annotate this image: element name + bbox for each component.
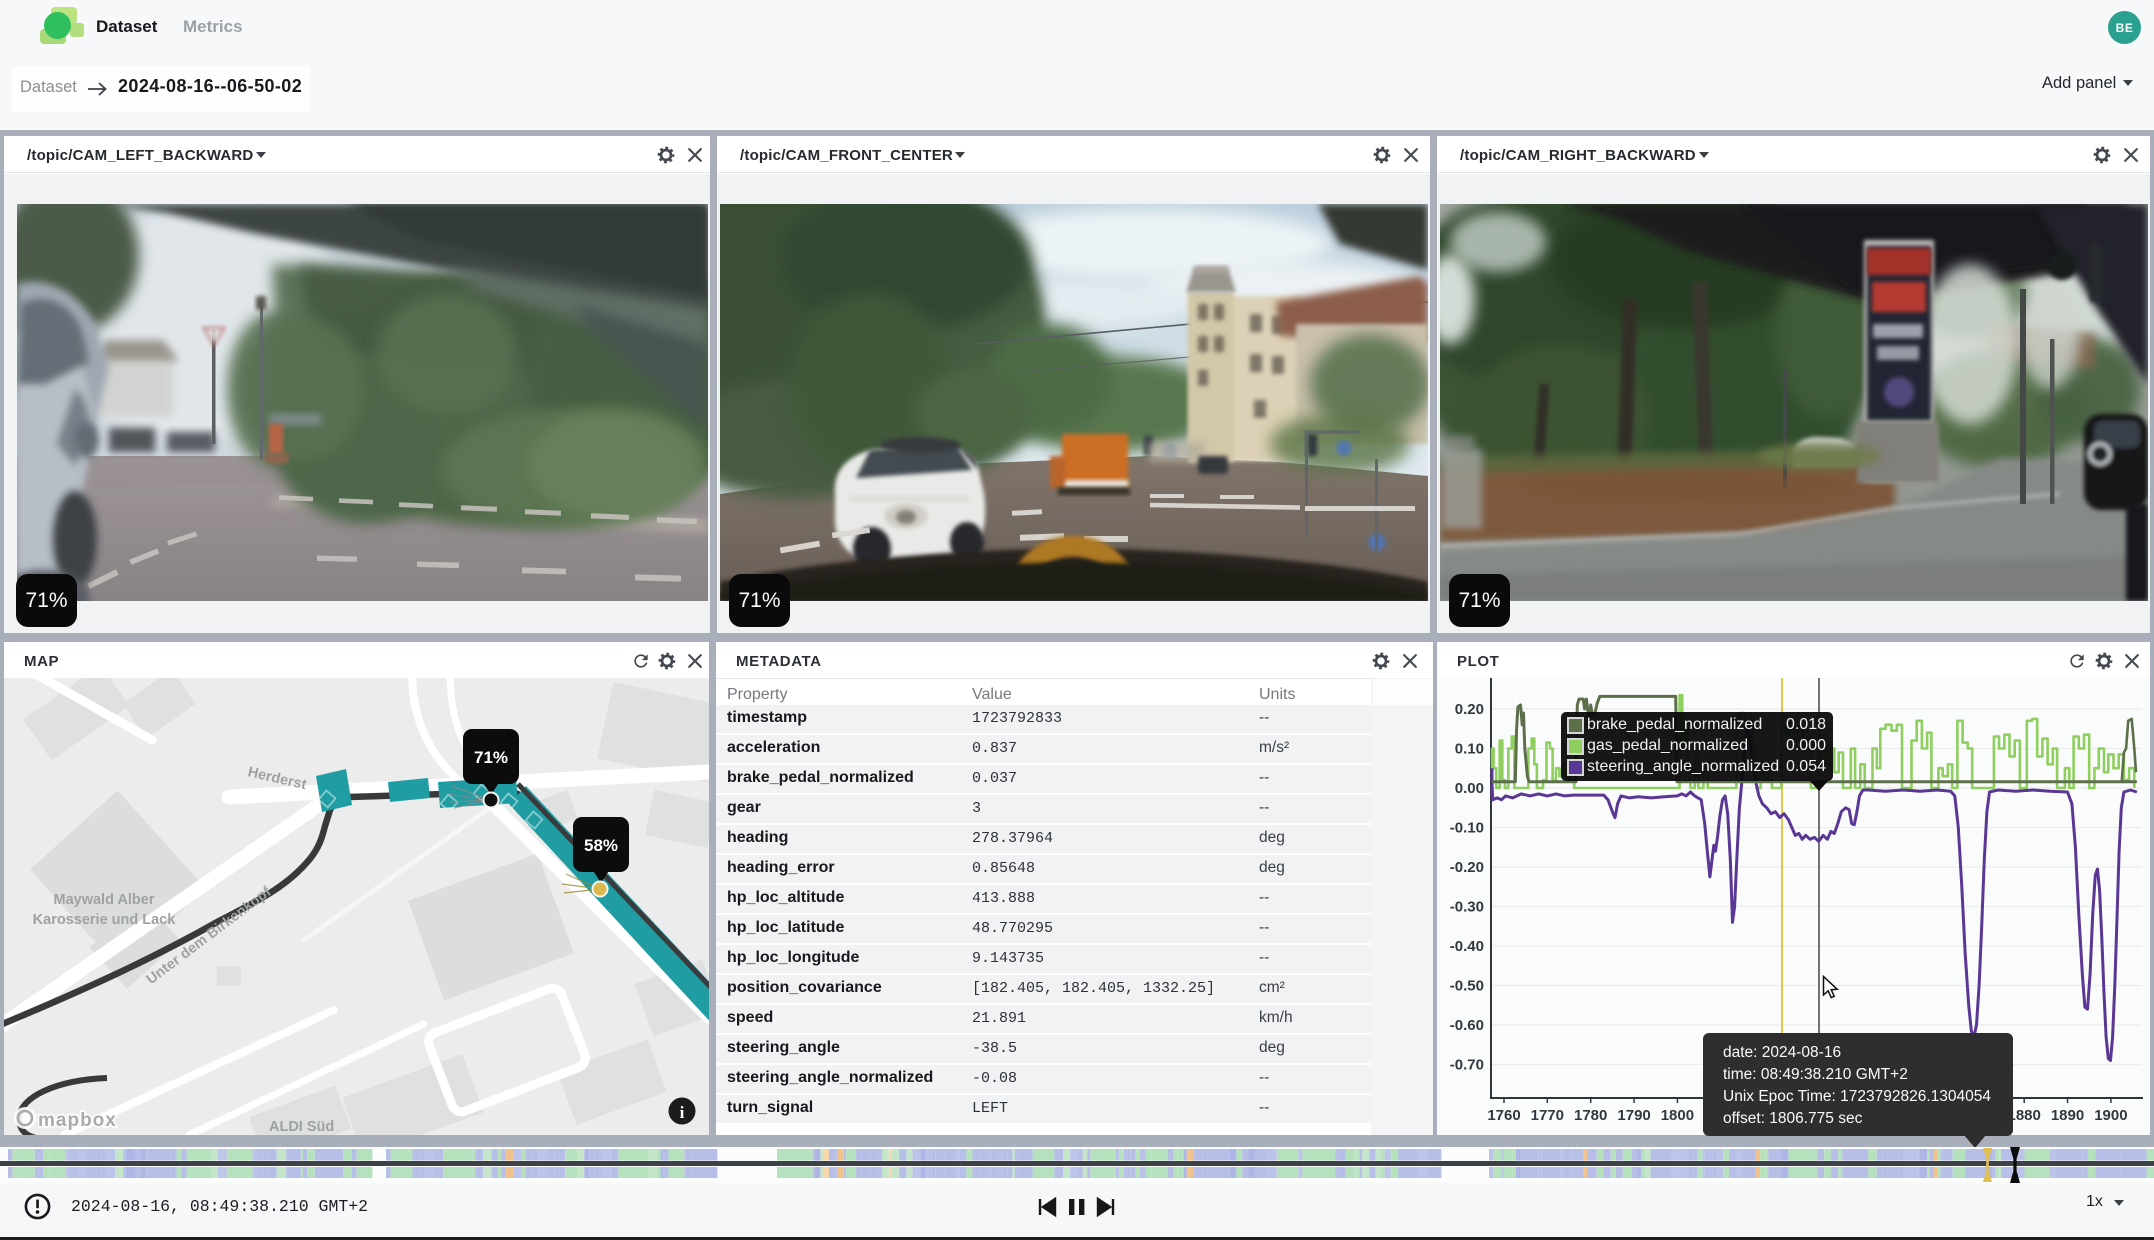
svg-text:-0.30: -0.30 [1450, 899, 1484, 916]
svg-text:mapbox: mapbox [38, 1110, 117, 1131]
svg-text:-0.20: -0.20 [1450, 859, 1484, 876]
svg-text:-0.40: -0.40 [1450, 938, 1484, 955]
svg-text:1790: 1790 [1617, 1107, 1650, 1124]
svg-text:58%: 58% [584, 836, 618, 855]
svg-text:71%: 71% [474, 748, 508, 767]
svg-text:ALDI Süd: ALDI Süd [269, 1119, 334, 1135]
svg-text:0.20: 0.20 [1455, 701, 1484, 718]
svg-text:1780: 1780 [1574, 1107, 1607, 1124]
svg-text:1770: 1770 [1531, 1107, 1564, 1124]
svg-text:-0.50: -0.50 [1450, 978, 1484, 995]
svg-text:-0.10: -0.10 [1450, 820, 1484, 837]
svg-text:1760: 1760 [1487, 1107, 1520, 1124]
svg-text:0.10: 0.10 [1455, 741, 1484, 758]
svg-text:1890: 1890 [2051, 1107, 2084, 1124]
svg-text:-0.70: -0.70 [1450, 1057, 1484, 1074]
svg-text:Maywald Alber: Maywald Alber [54, 892, 155, 908]
svg-text:Karosserie und Lack: Karosserie und Lack [33, 912, 177, 928]
svg-text:0.00: 0.00 [1455, 780, 1484, 797]
svg-text:1900: 1900 [2094, 1107, 2127, 1124]
svg-text:i: i [680, 1103, 685, 1122]
svg-text:-0.60: -0.60 [1450, 1017, 1484, 1034]
svg-text:1800: 1800 [1661, 1107, 1694, 1124]
